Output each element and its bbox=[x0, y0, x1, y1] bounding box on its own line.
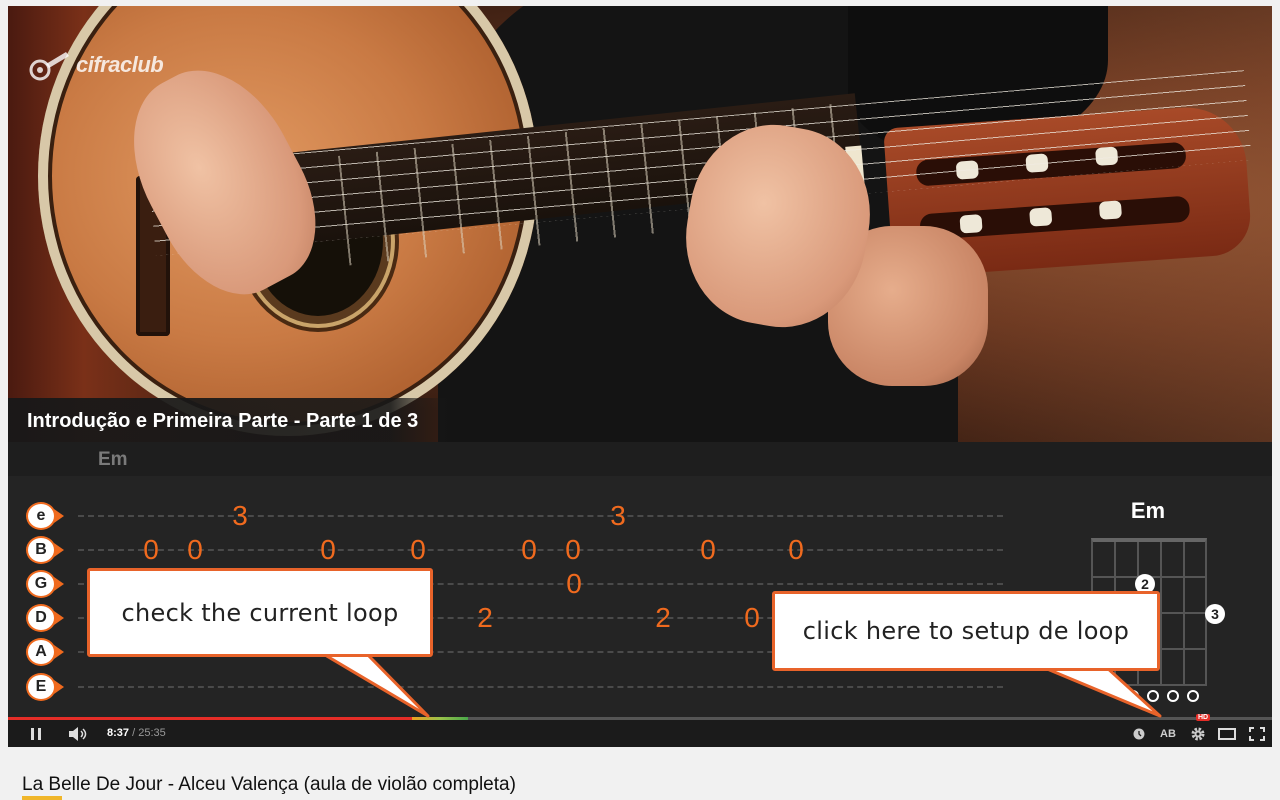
fullscreen-icon bbox=[1249, 726, 1265, 741]
string-label: B bbox=[28, 538, 64, 562]
volume-button[interactable] bbox=[66, 720, 92, 747]
pause-button[interactable] bbox=[26, 720, 46, 747]
tab-note: 0 bbox=[700, 534, 716, 565]
callout-setup-loop: click here to setup de loop bbox=[772, 591, 1160, 671]
string-label: E bbox=[28, 675, 64, 699]
string-label: D bbox=[28, 606, 64, 630]
logo-text: cifraclub bbox=[76, 52, 164, 77]
player-controls: 8:37 / 25:35 AB HD bbox=[8, 714, 1272, 747]
hd-badge: HD bbox=[1196, 714, 1211, 721]
tab-note: 0 bbox=[565, 534, 581, 565]
theater-icon bbox=[1218, 727, 1236, 740]
cifraclub-logo: cifraclub bbox=[28, 48, 164, 82]
tab-string-line bbox=[78, 515, 1003, 517]
tab-string-e: e 3 3 bbox=[8, 500, 1008, 531]
tab-note: 0 bbox=[410, 534, 426, 565]
callout-check-loop-tail bbox=[318, 650, 430, 718]
fullscreen-button[interactable] bbox=[1246, 720, 1268, 747]
guitar-logo-icon bbox=[28, 48, 72, 82]
tab-note: 2 bbox=[655, 602, 671, 633]
page-title: La Belle De Jour - Alceu Valença (aula d… bbox=[22, 774, 516, 795]
video-title: Introdução e Primeira Parte - Parte 1 de… bbox=[8, 398, 459, 442]
tab-string-line bbox=[78, 686, 1003, 688]
tab-string-B: B00000000 bbox=[8, 534, 1008, 565]
ab-loop-button[interactable]: AB bbox=[1157, 720, 1179, 747]
string-label: e bbox=[28, 504, 64, 528]
loop-timer-button[interactable] bbox=[1132, 720, 1146, 747]
tab-note: 0 bbox=[521, 534, 537, 565]
settings-button[interactable]: HD bbox=[1188, 714, 1211, 747]
tab-note: 2 bbox=[477, 602, 493, 633]
theater-mode-button[interactable] bbox=[1216, 720, 1238, 747]
callout-setup-loop-tail bbox=[1038, 664, 1162, 718]
video-frame[interactable]: cifraclub Introdução e Primeira Parte - … bbox=[8, 6, 1272, 442]
tab-string-line bbox=[78, 549, 1003, 551]
chord-diagram-name: Em bbox=[1130, 498, 1166, 523]
time-display: 8:37 / 25:35 bbox=[107, 727, 166, 739]
tab-note: 3 bbox=[610, 500, 626, 531]
current-time: 8:37 bbox=[107, 727, 130, 739]
tab-note: 3 bbox=[232, 500, 248, 531]
tab-string-E: E bbox=[8, 672, 1008, 702]
clock-icon bbox=[1133, 728, 1145, 739]
volume-icon bbox=[69, 726, 87, 741]
tab-note: 0 bbox=[320, 534, 336, 565]
time-separator: / bbox=[129, 727, 139, 739]
total-time: 25:35 bbox=[138, 727, 166, 739]
tab-note: 0 bbox=[187, 534, 203, 565]
chord-name-bar: Em bbox=[8, 442, 1272, 476]
string-label: A bbox=[28, 640, 64, 664]
tab-note: 0 bbox=[788, 534, 804, 565]
chord-page-dot[interactable] bbox=[1187, 690, 1199, 702]
tab-note: 0 bbox=[566, 568, 582, 599]
callout-check-loop: check the current loop bbox=[87, 568, 433, 657]
string-label: G bbox=[28, 572, 64, 596]
gear-icon bbox=[1191, 727, 1205, 740]
finger-marker: 3 bbox=[1205, 604, 1225, 624]
tab-note: 0 bbox=[143, 534, 159, 565]
current-chord-label: Em bbox=[98, 449, 128, 470]
tab-note: 0 bbox=[744, 602, 760, 633]
page-title-accent bbox=[22, 796, 62, 800]
